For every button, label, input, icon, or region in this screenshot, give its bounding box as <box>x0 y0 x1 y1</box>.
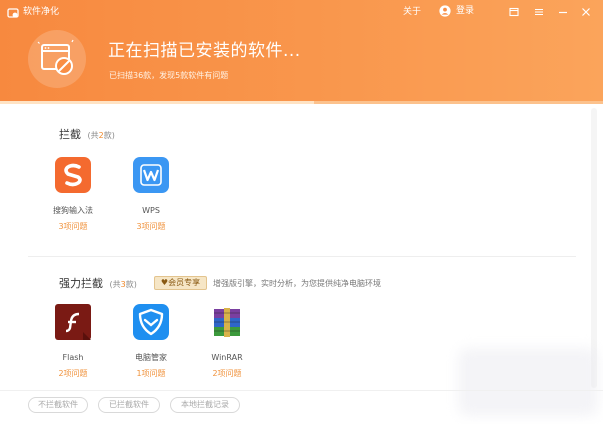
winrar-icon <box>209 304 245 340</box>
section-title-block: 拦截 (共2款) <box>59 127 115 143</box>
menu-icon[interactable] <box>533 6 545 18</box>
app-name: WPS <box>142 206 160 215</box>
scan-title: 正在扫描已安装的软件... <box>108 41 301 61</box>
scan-status-icon <box>28 30 86 88</box>
scan-progress-bar <box>0 101 314 104</box>
scrollbar[interactable] <box>591 108 597 388</box>
app-card-wps[interactable]: WPS 3项问题 <box>116 157 186 232</box>
login-label: 登录 <box>456 6 475 16</box>
blocked-software-button[interactable]: 已拦截软件 <box>98 397 160 413</box>
sogou-icon <box>55 157 91 193</box>
section-count: (共2款) <box>87 131 115 140</box>
app-card-flash[interactable]: Flash 2项问题 <box>38 304 108 379</box>
window-title: 软件净化 <box>23 7 60 17</box>
section-title: 拦截 <box>59 128 81 141</box>
flash-icon <box>55 304 91 340</box>
local-block-log-button[interactable]: 本地拦截记录 <box>170 397 240 413</box>
app-card-sogou[interactable]: 搜狗输入法 3项问题 <box>38 157 108 232</box>
wps-icon <box>133 157 169 193</box>
app-name: 搜狗输入法 <box>53 206 93 215</box>
app-name: WinRAR <box>211 353 243 362</box>
app-issues: 3项问题 <box>58 222 88 231</box>
section-count: (共3款) <box>109 280 137 289</box>
watermark-blur <box>458 348 598 416</box>
about-link[interactable]: 关于 <box>403 6 421 18</box>
app-issues: 2项问题 <box>212 369 242 378</box>
unblocked-software-button[interactable]: 不拦截软件 <box>28 397 88 413</box>
minimize-icon[interactable] <box>557 6 569 18</box>
section-title-block: 强力拦截 (共3款) <box>59 276 137 292</box>
app-issues: 3项问题 <box>136 222 166 231</box>
footer-divider <box>0 390 603 391</box>
app-card-winrar[interactable]: WinRAR 2项问题 <box>192 304 262 379</box>
section-divider <box>28 256 576 257</box>
login-button[interactable]: 登录 <box>439 5 474 17</box>
app-card-pc-manager[interactable]: 电脑管家 1项问题 <box>116 304 186 379</box>
app-name: Flash <box>62 353 84 362</box>
vip-badge[interactable]: ♥会员专享 <box>154 276 207 290</box>
skin-icon[interactable] <box>508 6 520 18</box>
close-icon[interactable] <box>580 6 592 18</box>
app-name: 电脑管家 <box>135 353 167 362</box>
vip-description: 增强版引擎，实时分析，为您提供纯净电脑环境 <box>213 279 381 288</box>
scan-subtitle: 已扫描36款，发现5款软件有问题 <box>109 71 229 80</box>
app-issues: 2项问题 <box>58 369 88 378</box>
pc-manager-icon <box>133 304 169 340</box>
app-issues: 1项问题 <box>136 369 166 378</box>
app-logo-icon <box>7 8 19 18</box>
header: 软件净化 关于 登录 正在扫描已安装的软件... 已扫描36款，发现5款软件有问… <box>0 0 603 104</box>
section-title: 强力拦截 <box>59 277 103 290</box>
user-avatar-icon <box>439 5 451 17</box>
